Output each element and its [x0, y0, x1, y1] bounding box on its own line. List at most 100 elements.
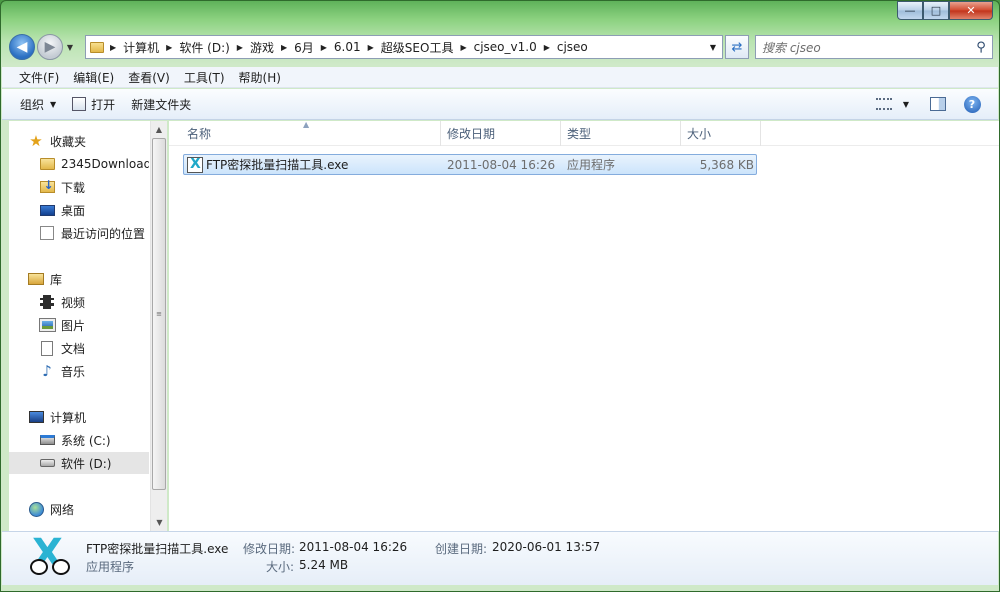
sidebar-item-label: 系统 (C:): [61, 433, 111, 448]
scrollbar-thumb[interactable]: ≡: [152, 138, 166, 490]
breadcrumb-item[interactable]: 6月: [289, 39, 319, 56]
sidebar-item-documents[interactable]: 文档: [9, 337, 149, 359]
chevron-down-icon: ▼: [902, 99, 910, 109]
breadcrumb: 计算机 ▶ 软件 (D:) ▶ 游戏 ▶ 6月 ▶ 6.01 ▶ 超级SEO工具 ▶ cjs…: [118, 39, 704, 56]
preview-pane-button[interactable]: [926, 93, 950, 115]
details-size-value: 5.24 MB: [299, 558, 349, 572]
address-bar[interactable]: ▶ 计算机 ▶ 软件 (D:) ▶ 游戏 ▶ 6月 ▶ 6.01 ▶ 超级SEO工具 ▶ c…: [85, 35, 723, 59]
forward-button[interactable]: ▶: [37, 34, 63, 60]
search-box[interactable]: 搜索 cjseo ⚲: [755, 35, 993, 59]
system-drive-icon: [39, 432, 55, 448]
file-name-cell: FTP密探批量扫描工具.exe: [184, 155, 442, 174]
desktop-icon: [39, 202, 55, 218]
organize-button[interactable]: 组织 ▼: [12, 92, 64, 116]
drive-icon: [39, 455, 55, 471]
sidebar-item-label: 图片: [61, 318, 86, 333]
minimize-button[interactable]: —: [897, 1, 923, 20]
sidebar-item-label: 音乐: [61, 364, 86, 379]
column-header-size[interactable]: 大小: [681, 121, 761, 146]
music-icon: ♪: [42, 362, 52, 380]
details-size-label: 大小:: [266, 560, 295, 574]
column-header-type[interactable]: 类型: [561, 121, 681, 146]
new-folder-label: 新建文件夹: [131, 97, 192, 112]
sidebar-item-favorites[interactable]: ★ 收藏夹: [9, 130, 149, 152]
chevron-right-icon[interactable]: ▶: [319, 43, 329, 52]
chevron-right-icon[interactable]: ▶: [366, 43, 376, 52]
arrow-right-icon: ▶: [44, 39, 56, 55]
close-button[interactable]: ✕: [949, 1, 993, 20]
sidebar-item-videos[interactable]: 视频: [9, 291, 149, 313]
sidebar-item-downloads[interactable]: 下载: [9, 176, 149, 198]
column-header-name[interactable]: ▲ 名称: [169, 120, 441, 146]
chevron-right-icon[interactable]: ▶: [108, 43, 118, 52]
file-row[interactable]: FTP密探批量扫描工具.exe 2011-08-04 16:26 应用程序 5,…: [183, 154, 757, 175]
help-icon: ?: [963, 95, 981, 113]
sidebar-item-music[interactable]: ♪ 音乐: [9, 360, 149, 382]
sidebar-item-libraries[interactable]: 库: [9, 268, 149, 290]
sidebar-item-desktop[interactable]: 桌面: [9, 199, 149, 221]
details-modified-label: 修改日期:: [243, 542, 296, 556]
breadcrumb-item[interactable]: cjseo_v1.0: [469, 40, 542, 54]
chevron-right-icon[interactable]: ▶: [164, 43, 174, 52]
explorer-window: — □ ✕ ◀ ▶ ▼ ▶ 计算机 ▶ 软件 (D:) ▶ 游戏 ▶ 6月 ▶ 6.01…: [0, 0, 1000, 592]
details-pane: X FTP密探批量扫描工具.exe 修改日期: 2011-08-04 16:26…: [2, 531, 998, 585]
breadcrumb-item[interactable]: cjseo: [552, 40, 593, 54]
folder-icon: [39, 156, 55, 172]
breadcrumb-item[interactable]: 超级SEO工具: [376, 39, 459, 56]
chevron-right-icon[interactable]: ▶: [542, 43, 552, 52]
sidebar-item-label: 软件 (D:): [61, 456, 112, 471]
sidebar-item-label: 文档: [61, 341, 86, 356]
organize-label: 组织: [20, 97, 45, 112]
sidebar-item-computer[interactable]: 计算机: [9, 406, 149, 428]
open-button[interactable]: 打开: [64, 92, 123, 116]
scroll-up-button[interactable]: ▲: [151, 121, 167, 138]
back-button[interactable]: ◀: [9, 34, 35, 60]
sidebar-item-drive-d[interactable]: 软件 (D:): [9, 452, 149, 474]
menu-tools[interactable]: 工具(T): [177, 69, 232, 86]
chevron-right-icon[interactable]: ▶: [279, 43, 289, 52]
chevron-down-icon: ▼: [66, 42, 74, 52]
folder-icon: [86, 36, 108, 58]
sidebar-item-recent-places[interactable]: 最近访问的位置: [9, 222, 149, 244]
search-input[interactable]: 搜索 cjseo: [756, 39, 970, 56]
breadcrumb-item[interactable]: 6.01: [329, 40, 366, 54]
chevron-down-icon: ▼: [50, 99, 57, 109]
application-large-icon: X: [28, 531, 72, 579]
picture-icon: [38, 317, 56, 333]
recent-pages-dropdown[interactable]: ▼: [64, 43, 76, 52]
chevron-right-icon[interactable]: ▶: [458, 43, 468, 52]
view-list-icon: [876, 98, 892, 110]
scroll-down-button[interactable]: ▼: [151, 514, 168, 531]
breadcrumb-item[interactable]: 计算机: [118, 39, 164, 56]
search-icon[interactable]: ⚲: [970, 40, 992, 55]
details-filename: FTP密探批量扫描工具.exe: [86, 542, 229, 556]
navigation-scrollbar[interactable]: ▲ ≡ ▼: [150, 121, 167, 531]
sidebar-item-drive-c[interactable]: 系统 (C:): [9, 429, 149, 451]
menu-help[interactable]: 帮助(H): [232, 69, 288, 86]
menu-view[interactable]: 查看(V): [121, 69, 177, 86]
application-icon: [187, 156, 203, 173]
help-button[interactable]: ?: [960, 93, 984, 115]
sidebar-item-pictures[interactable]: 图片: [9, 314, 149, 336]
maximize-button[interactable]: □: [923, 1, 949, 20]
change-view-button[interactable]: [872, 93, 896, 115]
open-icon: [72, 97, 87, 111]
breadcrumb-item[interactable]: 软件 (D:): [174, 39, 234, 56]
caption-buttons: — □ ✕: [897, 1, 993, 20]
open-label: 打开: [91, 97, 116, 112]
column-header-label: 名称: [187, 127, 212, 141]
view-controls: ▼ ?: [868, 93, 984, 115]
menu-edit[interactable]: 编辑(E): [66, 69, 121, 86]
view-options-dropdown[interactable]: ▼: [900, 93, 912, 115]
refresh-button[interactable]: ⇄: [725, 35, 749, 59]
address-dropdown[interactable]: ▼: [704, 43, 722, 52]
column-header-date[interactable]: 修改日期: [441, 121, 561, 146]
sidebar-item-network[interactable]: 网络: [9, 498, 149, 520]
chevron-right-icon[interactable]: ▶: [235, 43, 245, 52]
new-folder-button[interactable]: 新建文件夹: [123, 92, 199, 116]
chevron-down-icon: ▼: [709, 42, 717, 52]
menu-file[interactable]: 文件(F): [12, 69, 66, 86]
breadcrumb-item[interactable]: 游戏: [245, 39, 279, 56]
sidebar-item-2345downloads[interactable]: 2345Downloads: [9, 153, 149, 175]
file-name: FTP密探批量扫描工具.exe: [206, 158, 349, 172]
